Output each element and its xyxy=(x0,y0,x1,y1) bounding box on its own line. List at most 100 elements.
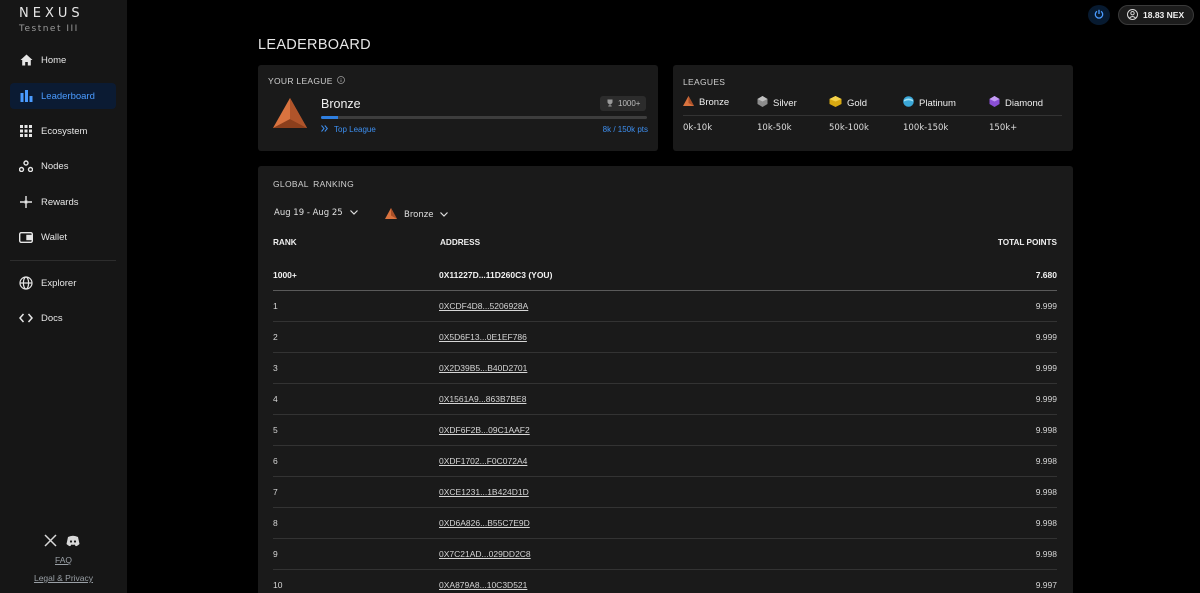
bar-chart-icon xyxy=(18,88,34,104)
table-row: 6 0XDF1702...F0C072A4 9.998 xyxy=(273,446,1057,477)
rank-cell: 3 xyxy=(273,363,278,373)
league-range: 100k-150k xyxy=(903,123,949,133)
sidebar-item-docs[interactable]: Docs xyxy=(10,305,116,331)
globe-icon xyxy=(18,275,34,291)
sparkle-icon xyxy=(18,194,34,210)
balance-amount: 18.83 NEX xyxy=(1143,10,1185,20)
faq-link[interactable]: FAQ xyxy=(0,555,127,565)
rank-cell: 1 xyxy=(273,301,278,311)
sidebar: NEXUS Testnet III Home Leaderboard Ecosy… xyxy=(0,0,127,593)
sidebar-item-label: Home xyxy=(41,54,67,66)
column-header-total-points[interactable]: TOTAL POINTS xyxy=(998,238,1057,247)
league-label: Bronze xyxy=(699,97,730,108)
table-row: 4 0X1561A9...863B7BE8 9.999 xyxy=(273,384,1057,415)
address-link[interactable]: 0XDF6F2B...09C1AAF2 xyxy=(439,425,530,435)
leagues-divider xyxy=(683,115,1062,116)
info-icon[interactable] xyxy=(336,76,345,86)
league-filter-dropdown[interactable]: Bronze xyxy=(385,208,449,222)
date-range-value: Aug 19 - Aug 25 xyxy=(274,208,343,218)
sidebar-item-nodes[interactable]: Nodes xyxy=(10,153,116,179)
x-twitter-icon[interactable] xyxy=(44,534,57,552)
bronze-triangle-icon xyxy=(385,208,397,222)
home-icon xyxy=(18,52,34,68)
silver-gem-icon xyxy=(757,96,768,110)
legal-link[interactable]: Legal & Privacy xyxy=(0,573,127,583)
table-row: 9 0X7C21AD...029DD2C8 9.998 xyxy=(273,539,1057,570)
column-header-rank[interactable]: RANK xyxy=(273,238,297,247)
power-icon xyxy=(1094,6,1104,24)
sidebar-item-ecosystem[interactable]: Ecosystem xyxy=(10,118,116,144)
league-gold: Gold xyxy=(829,96,867,110)
address-link[interactable]: 0XD6A826...B55C7E9D xyxy=(439,518,530,528)
social-links xyxy=(44,534,80,552)
points-cell: 9.999 xyxy=(1035,363,1057,373)
balance-button[interactable]: 18.83 NEX xyxy=(1118,5,1194,25)
league-label: Diamond xyxy=(1005,97,1044,109)
address-link[interactable]: 0X7C21AD...029DD2C8 xyxy=(439,549,531,559)
bronze-league-logo xyxy=(272,97,308,134)
rank-cell: 4 xyxy=(273,394,278,404)
rank-cell: 7 xyxy=(273,487,278,497)
address-link[interactable]: 0X2D39B5...B40D2701 xyxy=(439,363,527,373)
points-cell: 9.998 xyxy=(1035,518,1057,528)
league-bronze: Bronze xyxy=(683,96,729,109)
sidebar-item-leaderboard[interactable]: Leaderboard xyxy=(10,83,116,109)
sidebar-item-home[interactable]: Home xyxy=(10,47,116,73)
date-range-dropdown[interactable]: Aug 19 - Aug 25 xyxy=(274,208,358,218)
sidebar-item-wallet[interactable]: Wallet xyxy=(10,224,116,250)
address-link[interactable]: 0X5D6F13...0E1EF786 xyxy=(439,332,527,342)
discord-icon[interactable] xyxy=(66,534,80,552)
column-header-address[interactable]: ADDRESS xyxy=(440,238,480,247)
points-cell: 9.998 xyxy=(1035,487,1057,497)
wallet-icon xyxy=(18,229,34,245)
sidebar-item-explorer[interactable]: Explorer xyxy=(10,270,116,296)
sidebar-divider xyxy=(10,260,116,261)
your-league-heading-text: YOUR LEAGUE xyxy=(268,76,333,86)
top-league-link[interactable]: Top League xyxy=(321,125,376,134)
league-points: 8k / 150k pts xyxy=(602,125,648,134)
sidebar-item-label: Wallet xyxy=(41,231,68,243)
address-link: 0X11227D...11D260C3 (YOU) xyxy=(439,270,553,280)
brand-logo[interactable]: NEXUS Testnet III xyxy=(19,6,84,34)
sidebar-item-rewards[interactable]: Rewards xyxy=(10,189,116,215)
sidebar-item-label: Ecosystem xyxy=(41,125,88,137)
sidebar-item-label: Explorer xyxy=(41,277,77,289)
address-link[interactable]: 0XA879A8...10C3D521 xyxy=(439,580,527,590)
points-cell: 9.998 xyxy=(1035,549,1057,559)
nodes-icon xyxy=(18,158,34,174)
points-cell: 9.998 xyxy=(1035,425,1057,435)
league-label: Silver xyxy=(773,97,797,109)
points-cell: 9.997 xyxy=(1035,580,1057,590)
table-row-you: 1000+ 0X11227D...11D260C3 (YOU) 7.680 xyxy=(273,260,1057,291)
brand-name: NEXUS xyxy=(19,6,84,21)
league-rank-badge: 1000+ xyxy=(600,96,647,111)
power-button[interactable] xyxy=(1088,5,1110,25)
table-row: 3 0X2D39B5...B40D2701 9.999 xyxy=(273,353,1057,384)
league-range: 0k-10k xyxy=(683,123,713,133)
address-link[interactable]: 0X1561A9...863B7BE8 xyxy=(439,394,526,404)
leagues-card: LEAGUES Bronze Silver Gold Platinum Diam… xyxy=(673,65,1073,151)
sidebar-item-label: Nodes xyxy=(41,160,69,172)
address-link[interactable]: 0XDF1702...F0C072A4 xyxy=(439,456,527,466)
page-title: LEADERBOARD xyxy=(258,37,371,53)
trophy-icon xyxy=(606,99,614,109)
rank-cell: 5 xyxy=(273,425,278,435)
rank-cell: 10 xyxy=(273,580,283,590)
rank-cell: 6 xyxy=(273,456,278,466)
leagues-heading: LEAGUES xyxy=(683,77,726,87)
address-link[interactable]: 0XCE1231...1B424D1D xyxy=(439,487,529,497)
sidebar-item-label: Docs xyxy=(41,312,63,324)
points-cell: 9.999 xyxy=(1035,394,1057,404)
points-cell: 9.998 xyxy=(1035,456,1057,466)
league-progress-fill xyxy=(321,116,339,119)
league-range: 50k-100k xyxy=(829,123,869,133)
rank-cell: 1000+ xyxy=(273,270,297,280)
table-row: 8 0XD6A826...B55C7E9D 9.998 xyxy=(273,508,1057,539)
points-cell: 9.999 xyxy=(1035,301,1057,311)
league-progress-bar xyxy=(321,116,647,119)
grid-icon xyxy=(18,123,34,139)
global-ranking-heading: GLOBAL RANKING xyxy=(273,179,354,189)
address-link[interactable]: 0XCDF4D8...5206928A xyxy=(439,301,528,311)
table-row: 7 0XCE1231...1B424D1D 9.998 xyxy=(273,477,1057,508)
user-icon xyxy=(1127,8,1138,22)
